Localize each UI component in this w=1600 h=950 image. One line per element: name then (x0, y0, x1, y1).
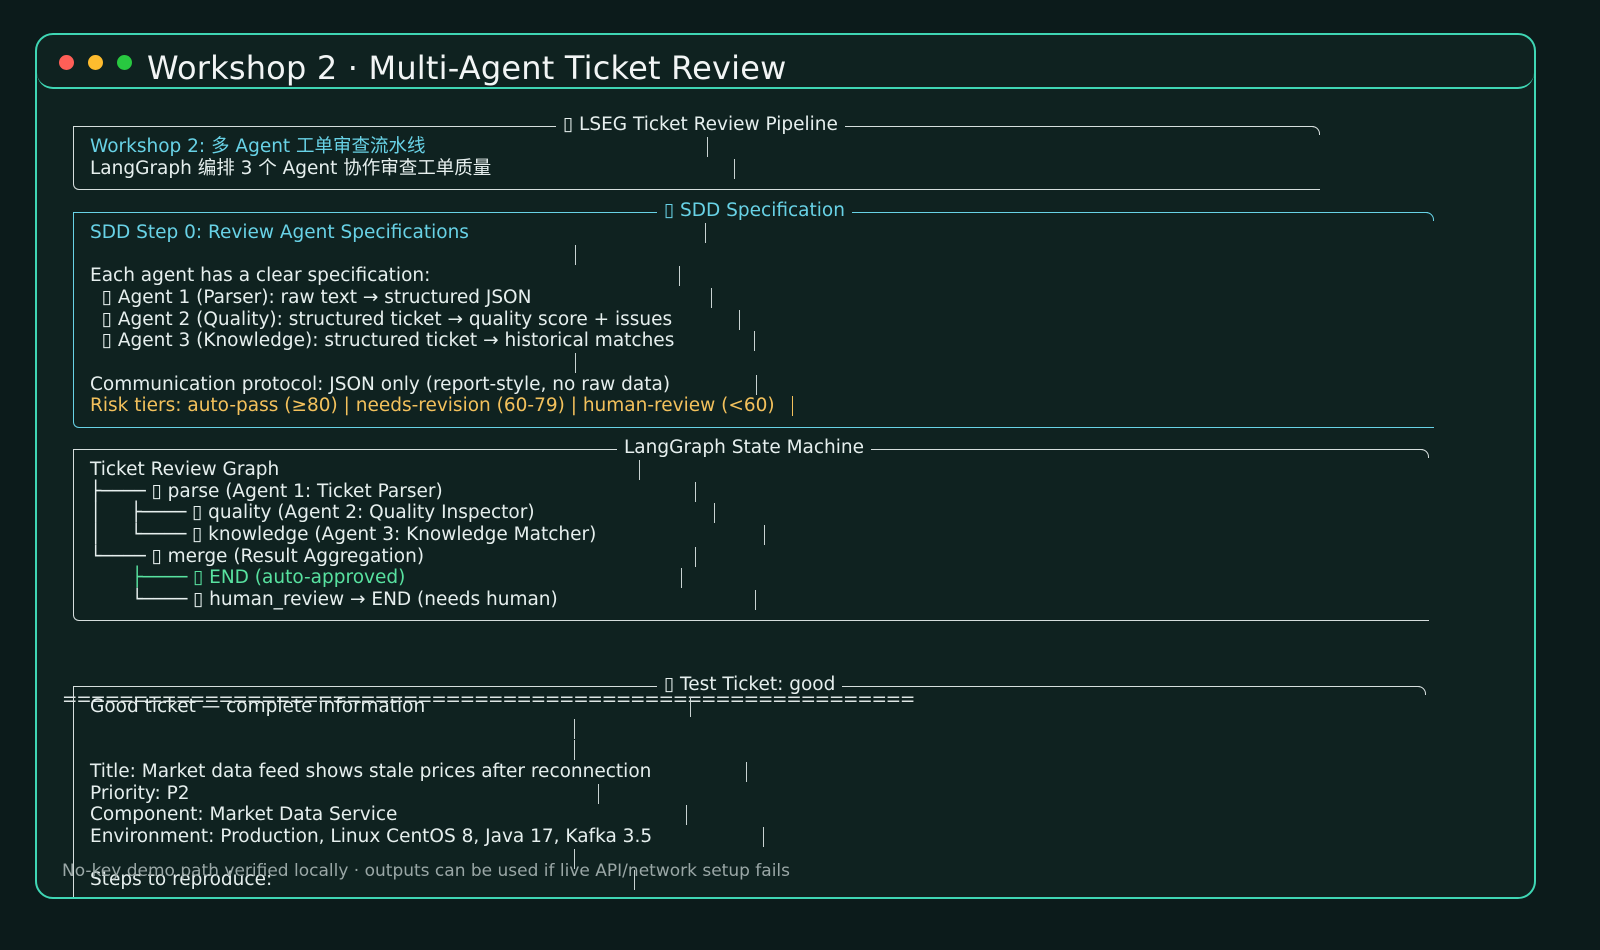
line-edge (707, 137, 708, 157)
ticket-priority: Priority: P2 (90, 783, 190, 804)
sdd-agent-2: ▯ Agent 2 (Quality): structured ticket →… (90, 309, 673, 330)
pipeline-subtitle: LangGraph 编排 3 个 Agent 协作审查工单质量 (90, 158, 492, 179)
line-edge (574, 740, 575, 760)
line-edge (690, 697, 691, 717)
ticket-summary: Good ticket — complete information (90, 696, 426, 717)
line-edge (764, 525, 765, 545)
graph-node-quality: │ ├──── ▯ quality (Agent 2: Quality Insp… (90, 502, 535, 523)
line-edge (714, 503, 715, 523)
window-titlebar: Workshop 2 · Multi-Agent Ticket Review (37, 35, 1534, 89)
line-edge (695, 482, 696, 502)
graph-node-parse: ├──── ▯ parse (Agent 1: Ticket Parser) (90, 481, 443, 502)
line-edge (598, 784, 599, 804)
ticket-title: Title: Market data feed shows stale pric… (90, 761, 652, 782)
sdd-step-heading: SDD Step 0: Review Agent Specifications (90, 222, 469, 243)
sdd-intro: Each agent has a clear specification: (90, 265, 431, 286)
graph-panel-title: LangGraph State Machine (617, 437, 872, 459)
pipeline-heading: Workshop 2: 多 Agent 工单审查流水线 (90, 136, 426, 157)
sdd-agent-3: ▯ Agent 3 (Knowledge): structured ticket… (90, 330, 675, 351)
line-edge (575, 245, 576, 265)
line-edge (756, 375, 757, 395)
line-edge (739, 310, 740, 330)
line-edge (705, 223, 706, 243)
line-edge (681, 568, 682, 588)
sdd-agent-1: ▯ Agent 1 (Parser): raw text → structure… (90, 287, 532, 308)
line-edge (575, 353, 576, 373)
line-edge (679, 266, 680, 286)
terminal-output[interactable]: ▯ LSEG Ticket Review Pipeline Workshop 2… (37, 89, 1534, 897)
line-edge (763, 827, 764, 847)
graph-root: Ticket Review Graph (90, 459, 280, 480)
ticket-panel-title: ▯ Test Ticket: good (657, 674, 843, 696)
minimize-window-button[interactable] (88, 55, 103, 70)
sdd-panel-title: ▯ SDD Specification (657, 200, 852, 222)
graph-node-human-review: └──── ▯ human_review → END (needs human) (108, 589, 558, 610)
line-edge (574, 719, 575, 739)
footer-note: No-key demo path verified locally · outp… (62, 861, 791, 881)
close-window-button[interactable] (59, 55, 74, 70)
graph-node-knowledge: │ └──── ▯ knowledge (Agent 3: Knowledge … (90, 524, 597, 545)
graph-panel: LangGraph State Machine Ticket Review Gr… (73, 437, 1429, 621)
line-edge (639, 460, 640, 480)
pipeline-panel-title: ▯ LSEG Ticket Review Pipeline (556, 114, 845, 136)
line-edge (711, 288, 712, 308)
pipeline-panel: ▯ LSEG Ticket Review Pipeline Workshop 2… (73, 114, 1320, 190)
line-edge (686, 805, 687, 825)
maximize-window-button[interactable] (117, 55, 132, 70)
line-edge (695, 547, 696, 567)
graph-node-end: ├──── ▯ END (auto-approved) (108, 567, 406, 588)
graph-node-merge: └──── ▯ merge (Result Aggregation) (90, 546, 425, 567)
ticket-environment: Environment: Production, Linux CentOS 8,… (90, 826, 653, 847)
line-edge (755, 590, 756, 610)
sdd-risk-tiers: Risk tiers: auto-pass (≥80) | needs-revi… (90, 395, 775, 416)
line-edge (754, 331, 755, 351)
line-edge (734, 159, 735, 179)
line-edge (746, 762, 747, 782)
terminal-window: Workshop 2 · Multi-Agent Ticket Review ▯… (35, 33, 1536, 899)
sdd-panel: ▯ SDD Specification SDD Step 0: Review A… (73, 200, 1434, 428)
ticket-component: Component: Market Data Service (90, 804, 398, 825)
window-title: Workshop 2 · Multi-Agent Ticket Review (147, 49, 787, 87)
line-edge (792, 396, 793, 416)
sdd-protocol: Communication protocol: JSON only (repor… (90, 374, 671, 395)
